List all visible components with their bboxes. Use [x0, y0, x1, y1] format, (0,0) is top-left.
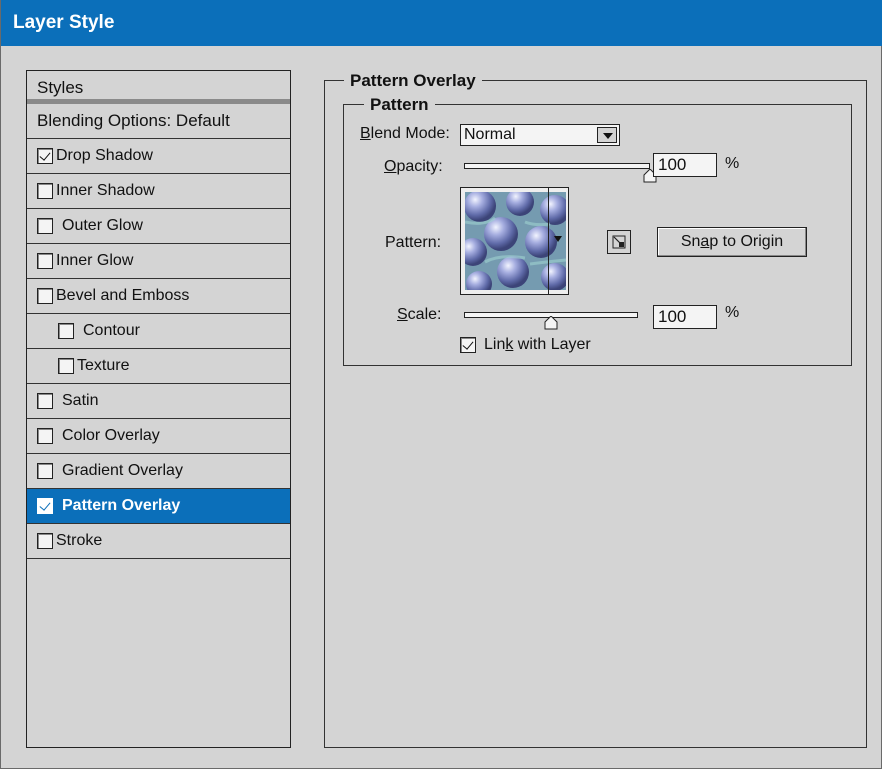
opacity-input[interactable]: 100: [653, 153, 717, 177]
link-with-layer-row[interactable]: Link with Layer: [460, 336, 591, 354]
style-checkbox-drop-shadow[interactable]: [37, 148, 53, 164]
pattern-group-title: Pattern: [364, 95, 435, 115]
chevron-down-icon[interactable]: [597, 127, 617, 143]
style-item-label: Drop Shadow: [56, 147, 153, 164]
pattern-label: Pattern:: [385, 234, 442, 251]
style-item-label: Blending Options: Default: [37, 111, 230, 130]
style-checkbox-bevel-and-emboss[interactable]: [37, 288, 53, 304]
style-item-satin[interactable]: Satin: [27, 384, 290, 419]
style-checkbox-stroke[interactable]: [37, 533, 53, 549]
pattern-overlay-title: Pattern Overlay: [344, 71, 482, 91]
style-item-blending-options-default[interactable]: Blending Options: Default: [27, 104, 290, 139]
link-with-layer-checkbox[interactable]: [460, 337, 476, 353]
pattern-dropdown-arrow-icon[interactable]: [548, 188, 568, 294]
style-item-contour[interactable]: Contour: [27, 314, 290, 349]
style-item-label: Stroke: [56, 532, 103, 549]
style-item-stroke[interactable]: Stroke: [27, 524, 290, 559]
style-checkbox-color-overlay[interactable]: [37, 428, 53, 444]
opacity-label: Opacity:: [384, 158, 443, 175]
style-item-label: Inner Glow: [56, 252, 134, 269]
style-checkbox-satin[interactable]: [37, 393, 53, 409]
new-preset-button[interactable]: [607, 230, 631, 254]
style-checkbox-outer-glow[interactable]: [37, 218, 53, 234]
scale-slider-thumb[interactable]: [544, 316, 558, 330]
pattern-group: Pattern Blend Mode: Normal Opacity: 100 …: [343, 95, 852, 366]
style-item-label: Color Overlay: [62, 427, 160, 444]
scale-unit: %: [725, 304, 740, 321]
scale-input[interactable]: 100: [653, 305, 717, 329]
dialog-title: Layer Style: [1, 0, 882, 46]
blend-mode-select[interactable]: Normal: [460, 124, 620, 146]
style-item-label: Texture: [77, 357, 130, 374]
style-checkbox-texture[interactable]: [58, 358, 74, 374]
link-with-layer-label: Link with Layer: [484, 336, 591, 353]
styles-list: Styles Blending Options: Default Drop Sha…: [26, 70, 291, 748]
style-item-outer-glow[interactable]: Outer Glow: [27, 209, 290, 244]
style-item-label: Gradient Overlay: [62, 462, 183, 479]
pattern-picker[interactable]: [460, 187, 569, 295]
style-checkbox-pattern-overlay[interactable]: [37, 498, 53, 514]
style-checkbox-gradient-overlay[interactable]: [37, 463, 53, 479]
style-item-label: Outer Glow: [62, 217, 143, 234]
style-item-inner-shadow[interactable]: Inner Shadow: [27, 174, 290, 209]
style-item-gradient-overlay[interactable]: Gradient Overlay: [27, 454, 290, 489]
style-item-inner-glow[interactable]: Inner Glow: [27, 244, 290, 279]
layer-style-dialog: Layer Style Styles Blending Options: Def…: [0, 0, 882, 769]
style-item-label: Pattern Overlay: [62, 497, 181, 514]
style-checkbox-contour[interactable]: [58, 323, 74, 339]
style-item-label: Contour: [83, 322, 140, 339]
style-item-label: Inner Shadow: [56, 182, 155, 199]
style-item-color-overlay[interactable]: Color Overlay: [27, 419, 290, 454]
styles-header[interactable]: Styles: [27, 71, 290, 104]
blend-mode-value: Normal: [464, 126, 516, 143]
style-item-drop-shadow[interactable]: Drop Shadow: [27, 139, 290, 174]
opacity-slider-track[interactable]: [464, 163, 650, 169]
style-item-bevel-and-emboss[interactable]: Bevel and Emboss: [27, 279, 290, 314]
pattern-overlay-panel: Pattern Overlay Pattern Blend Mode: Norm…: [324, 71, 867, 748]
style-item-pattern-overlay[interactable]: Pattern Overlay: [27, 489, 290, 524]
snap-to-origin-button[interactable]: Snap to Origin: [657, 227, 807, 257]
style-checkbox-inner-glow[interactable]: [37, 253, 53, 269]
style-item-texture[interactable]: Texture: [27, 349, 290, 384]
new-preset-icon: [612, 235, 626, 249]
style-checkbox-inner-shadow[interactable]: [37, 183, 53, 199]
style-item-label: Satin: [62, 392, 99, 409]
opacity-unit: %: [725, 155, 740, 172]
blend-mode-label: Blend Mode:: [360, 125, 450, 142]
style-item-label: Bevel and Emboss: [56, 287, 190, 304]
scale-label: Scale:: [397, 306, 442, 323]
